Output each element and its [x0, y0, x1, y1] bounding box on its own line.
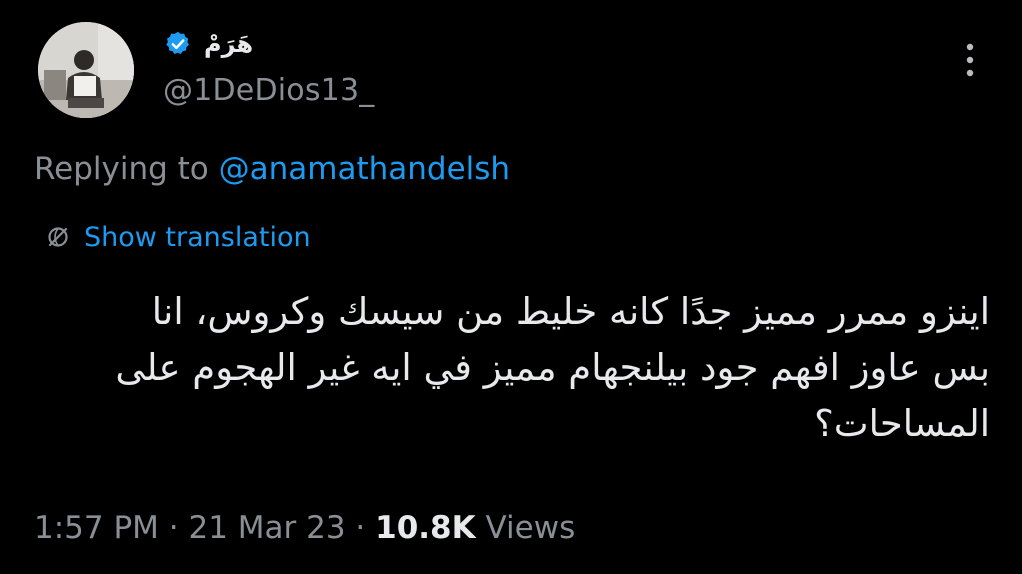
views-label: Views	[475, 510, 576, 546]
avatar[interactable]	[38, 22, 134, 118]
tweet-text-line: اينزو ممرر مميز جدًا كانه خليط من سيسك و…	[151, 290, 990, 333]
tweet-text-line: بس عاوز افهم جود بيلنجهام مميز في ايه غي…	[115, 346, 990, 389]
show-translation-label[interactable]: Show translation	[84, 222, 311, 253]
tweet-meta: 1:57 PM · 21 Mar 23 · 10.8K Views	[34, 510, 575, 546]
translate-globe-icon	[48, 227, 68, 247]
display-name[interactable]: هَرَمْ	[204, 30, 253, 58]
views-count[interactable]: 10.8K	[375, 510, 476, 546]
tweet-date[interactable]: 21 Mar 23	[188, 510, 345, 546]
avatar-photo	[38, 22, 134, 118]
meta-separator: ·	[158, 510, 189, 546]
tweet-time[interactable]: 1:57 PM	[34, 510, 159, 546]
author-name-row: هَرَمْ	[164, 26, 253, 62]
meta-separator: ·	[345, 510, 376, 546]
replying-to-label: Replying to	[34, 151, 219, 187]
replying-to-line: Replying to @anamathandelsh	[34, 151, 510, 187]
user-handle[interactable]: @1DeDios13_	[163, 73, 374, 108]
tweet-text-line: المساحات؟	[814, 402, 990, 445]
reply-mention-link[interactable]: @anamathandelsh	[219, 151, 510, 187]
verified-badge-icon	[166, 31, 189, 55]
show-translation-button[interactable]: Show translation	[46, 219, 311, 255]
more-vertical-icon	[966, 43, 974, 77]
tweet-text: اينزو ممرر مميز جدًا كانه خليط من سيسك و…	[34, 284, 990, 452]
more-options-button[interactable]	[956, 40, 984, 80]
